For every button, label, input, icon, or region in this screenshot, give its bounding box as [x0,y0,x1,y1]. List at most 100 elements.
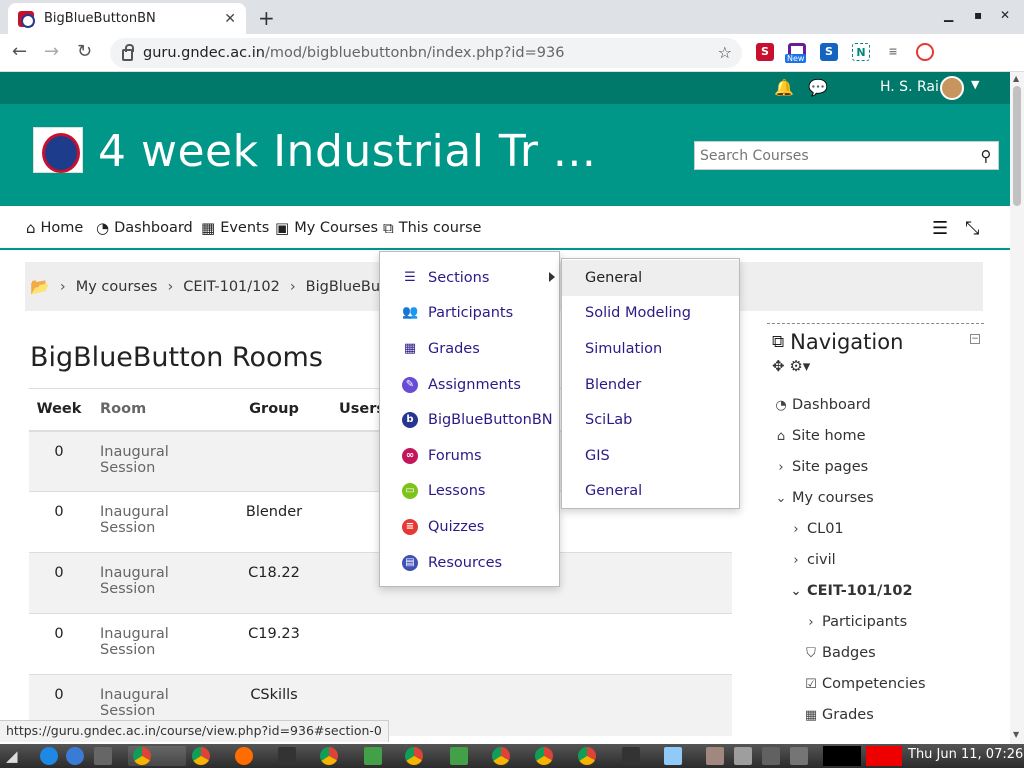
submenu-item[interactable]: General [562,473,739,509]
breadcrumb-item[interactable]: My courses [76,279,158,295]
gear-icon[interactable]: ⚙▾ [789,357,810,375]
scroll-up-icon[interactable]: ▲ [1013,74,1019,83]
chrome-icon[interactable] [578,747,596,765]
close-window-icon[interactable]: ✕ [1000,8,1010,22]
battery-icon[interactable] [762,747,780,765]
search-icon[interactable]: ⚲ [974,147,998,165]
toggle-blocks-icon[interactable]: ☰ [932,218,948,239]
dropdown-item-label: Forums [428,448,482,464]
submenu-item[interactable]: General [562,260,739,296]
dropdown-item-lessons[interactable]: ▭ Lessons [380,474,561,508]
breadcrumb-item[interactable]: CEIT-101/102 [183,279,280,295]
dropdown-item-participants[interactable]: 👥 Participants [380,296,561,330]
desktop-icon[interactable] [40,747,58,765]
dropdown-item-sections[interactable]: ☰ Sections [380,261,561,295]
chrome-icon[interactable] [192,747,210,765]
folder-icon[interactable]: 📂 [30,277,50,296]
terminal-icon[interactable] [622,747,640,765]
menu-events[interactable]: ▦ Events [201,219,269,237]
terminal-icon[interactable] [278,747,296,765]
reload-icon[interactable]: ↻ [77,41,92,62]
globe-icon[interactable] [66,747,84,765]
messages-icon[interactable]: 💬 [808,78,828,97]
nav-item-my-courses[interactable]: ⌄ My courses [774,490,874,506]
maximize-window-icon[interactable]: ▪ [974,8,982,22]
back-icon[interactable]: ← [12,41,27,62]
search-courses-input[interactable] [695,147,974,164]
browser-tab[interactable]: BigBlueButtonBN ✕ [8,3,246,34]
volume-icon[interactable] [790,747,808,765]
start-menu-icon[interactable]: ◢ [6,747,18,765]
menu-home[interactable]: ⌂ Home [26,219,83,237]
window-icon[interactable] [664,747,682,765]
home-icon: ⌂ [776,428,786,444]
dropdown-item-bigbluebuttonbn[interactable]: b BigBlueButtonBN [380,403,561,437]
bookmark-star-icon[interactable]: ☆ [718,43,732,62]
nav-item-competencies[interactable]: ☑ Competencies [804,676,925,692]
menu-my-courses[interactable]: ▣ My Courses [275,219,378,237]
nav-item-participants[interactable]: › Participants [804,614,907,630]
nav-item-dashboard[interactable]: ◔ Dashboard [774,397,870,413]
notifications-bell-icon[interactable]: 🔔 [774,78,794,97]
menu-this-course[interactable]: ⧉ This course [383,219,481,237]
extension-s-icon[interactable]: S [756,43,774,61]
extension-lines-icon[interactable]: ≡ [884,43,902,61]
navigation-title-text: Navigation [790,330,904,354]
extension-red-icon[interactable] [916,43,934,61]
files-icon[interactable] [94,747,112,765]
this-course-dropdown: ☰ Sections 👥 Participants ▦ Grades ✎ Ass… [379,251,560,587]
extension-n-icon[interactable]: N [852,43,870,61]
address-bar[interactable]: guru.gndec.ac.in /mod/bigbluebuttonbn/in… [110,38,742,68]
dropdown-item-grades[interactable]: ▦ Grades [380,332,561,366]
room-link[interactable]: Inaugural Session [89,430,219,492]
network-icon[interactable] [734,747,752,765]
chrome-icon[interactable] [492,747,510,765]
room-link[interactable]: Inaugural Session [89,613,219,675]
submenu-item[interactable]: GIS [562,438,739,474]
dropdown-item-resources[interactable]: ▤ Resources [380,546,561,580]
new-tab-button[interactable]: + [258,6,275,30]
chrome-icon[interactable] [535,747,553,765]
firefox-icon[interactable] [235,747,253,765]
dropdown-item-quizzes[interactable]: ≡ Quizzes [380,510,561,544]
extension-note-icon[interactable]: S [820,43,838,61]
shield-icon: ⛉ [806,645,816,661]
nav-item-grades[interactable]: ▦ Grades [804,707,874,723]
collapse-block-icon[interactable]: − [970,334,980,344]
submenu-item[interactable]: Blender [562,367,739,403]
scrollbar-thumb[interactable] [1013,86,1021,206]
nav-item-site-home[interactable]: ⌂ Site home [774,428,866,444]
move-icon[interactable]: ✥ [772,357,785,375]
nav-item-site-pages[interactable]: › Site pages [774,459,868,475]
status-url-tooltip: https://guru.gndec.ac.in/course/view.php… [0,720,389,742]
chrome-icon[interactable] [405,747,423,765]
nav-item-badges[interactable]: ⛉ Badges [804,645,876,661]
user-name[interactable]: H. S. Rai [880,79,939,95]
clipboard-icon[interactable] [706,747,724,765]
spreadsheet-icon[interactable] [364,747,382,765]
submenu-item[interactable]: SciLab [562,402,739,438]
room-link[interactable]: Inaugural Session [89,491,219,553]
chrome-icon[interactable] [320,747,338,765]
nav-item-cl01[interactable]: › CL01 [789,521,843,537]
submenu-item[interactable]: Solid Modeling [562,295,739,331]
menu-dashboard[interactable]: ◔ Dashboard [96,219,193,237]
dropdown-item-forums[interactable]: ∞ Forums [380,439,561,473]
spreadsheet-icon[interactable] [450,747,468,765]
sections-submenu: General Solid Modeling Simulation Blende… [561,258,740,509]
site-logo[interactable] [33,127,83,173]
dropdown-item-assignments[interactable]: ✎ Assignments [380,368,561,402]
forward-icon[interactable]: → [44,41,59,62]
nav-item-ceit[interactable]: ⌄ CEIT-101/102 [789,583,913,599]
room-link[interactable]: Inaugural Session [89,552,219,614]
caret-down-icon[interactable]: ▼ [971,78,979,91]
submenu-item[interactable]: Simulation [562,331,739,367]
user-avatar[interactable] [940,76,964,100]
minimize-window-icon[interactable]: ▁ [944,8,953,22]
page-scrollbar[interactable]: ▲ ▼ [1010,72,1024,744]
clock[interactable]: Thu Jun 11, 07:26 [908,747,1023,762]
collapse-fullscreen-icon[interactable]: ⤡ [965,218,979,239]
scroll-down-icon[interactable]: ▼ [1013,730,1019,739]
close-tab-icon[interactable]: ✕ [224,11,236,27]
nav-item-civil[interactable]: › civil [789,552,835,568]
